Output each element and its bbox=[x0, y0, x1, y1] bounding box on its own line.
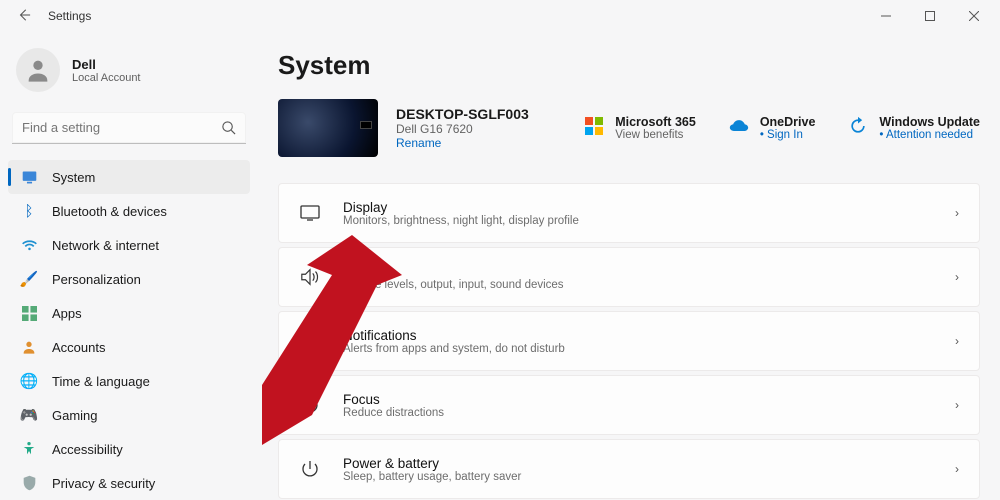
quicklink-m365[interactable]: Microsoft 365View benefits bbox=[583, 115, 696, 141]
sidebar-item-personalization[interactable]: 🖌️ Personalization bbox=[8, 262, 250, 296]
update-icon bbox=[847, 115, 869, 137]
sidebar-item-bluetooth[interactable]: ᛒ Bluetooth & devices bbox=[8, 194, 250, 228]
m365-icon bbox=[583, 115, 605, 137]
wifi-icon bbox=[20, 236, 38, 254]
row-display[interactable]: DisplayMonitors, brightness, night light… bbox=[278, 183, 980, 243]
search-input[interactable] bbox=[12, 112, 246, 144]
row-focus[interactable]: FocusReduce distractions › bbox=[278, 375, 980, 435]
sidebar: Dell Local Account System ᛒ Bluetooth & … bbox=[0, 32, 258, 500]
profile-sub: Local Account bbox=[72, 72, 141, 84]
row-title: Notifications bbox=[343, 328, 565, 343]
quicklink-onedrive[interactable]: OneDriveSign In bbox=[728, 115, 816, 141]
row-title: Display bbox=[343, 200, 579, 215]
m365-title: Microsoft 365 bbox=[615, 115, 696, 129]
nav: System ᛒ Bluetooth & devices Network & i… bbox=[8, 160, 250, 500]
update-sub: Attention needed bbox=[879, 129, 980, 141]
bell-icon bbox=[299, 331, 321, 351]
update-title: Windows Update bbox=[879, 115, 980, 129]
row-power[interactable]: Power & batterySleep, battery usage, bat… bbox=[278, 439, 980, 499]
bluetooth-icon: ᛒ bbox=[20, 202, 38, 220]
page-title: System bbox=[278, 50, 980, 81]
row-sub: Reduce distractions bbox=[343, 407, 444, 419]
sidebar-item-system[interactable]: System bbox=[8, 160, 250, 194]
profile-name: Dell bbox=[72, 57, 141, 72]
titlebar: Settings bbox=[0, 0, 1000, 32]
sidebar-item-apps[interactable]: Apps bbox=[8, 296, 250, 330]
chevron-right-icon: › bbox=[955, 206, 959, 220]
power-icon bbox=[299, 460, 321, 478]
window-title: Settings bbox=[44, 9, 91, 23]
sidebar-item-label: Accounts bbox=[52, 340, 105, 355]
sidebar-item-accounts[interactable]: Accounts bbox=[8, 330, 250, 364]
maximize-button[interactable] bbox=[908, 0, 952, 32]
sidebar-item-network[interactable]: Network & internet bbox=[8, 228, 250, 262]
row-notifications[interactable]: NotificationsAlerts from apps and system… bbox=[278, 311, 980, 371]
chevron-right-icon: › bbox=[955, 462, 959, 476]
profile-block[interactable]: Dell Local Account bbox=[8, 32, 250, 110]
device-wallpaper-thumbnail bbox=[278, 99, 378, 157]
minimize-button[interactable] bbox=[864, 0, 908, 32]
sound-icon bbox=[299, 268, 321, 286]
sidebar-item-label: Privacy & security bbox=[52, 476, 155, 491]
onedrive-icon bbox=[728, 115, 750, 137]
row-sub: Alerts from apps and system, do not dist… bbox=[343, 343, 565, 355]
row-sub: Monitors, brightness, night light, displ… bbox=[343, 215, 579, 227]
search-icon bbox=[221, 120, 236, 140]
shield-icon bbox=[20, 474, 38, 492]
settings-list: DisplayMonitors, brightness, night light… bbox=[278, 183, 980, 499]
sidebar-item-label: Bluetooth & devices bbox=[52, 204, 167, 219]
globe-icon: 🌐 bbox=[20, 372, 38, 390]
system-icon bbox=[20, 168, 38, 186]
sidebar-item-label: System bbox=[52, 170, 95, 185]
row-sound[interactable]: SoundVolume levels, output, input, sound… bbox=[278, 247, 980, 307]
sidebar-item-label: Gaming bbox=[52, 408, 98, 423]
chevron-right-icon: › bbox=[955, 334, 959, 348]
maximize-icon bbox=[925, 11, 935, 21]
accounts-icon bbox=[20, 338, 38, 356]
avatar bbox=[16, 48, 60, 92]
row-title: Focus bbox=[343, 392, 444, 407]
person-icon bbox=[24, 56, 52, 84]
back-button[interactable] bbox=[4, 8, 44, 25]
sidebar-item-time[interactable]: 🌐 Time & language bbox=[8, 364, 250, 398]
row-sub: Volume levels, output, input, sound devi… bbox=[343, 279, 564, 291]
rename-link[interactable]: Rename bbox=[396, 136, 529, 150]
chevron-right-icon: › bbox=[955, 398, 959, 412]
sidebar-item-gaming[interactable]: 🎮 Gaming bbox=[8, 398, 250, 432]
onedrive-title: OneDrive bbox=[760, 115, 816, 129]
accessibility-icon bbox=[20, 440, 38, 458]
device-info: DESKTOP-SGLF003 Dell G16 7620 Rename Mic… bbox=[278, 99, 980, 157]
display-icon bbox=[299, 205, 321, 221]
sidebar-item-label: Personalization bbox=[52, 272, 141, 287]
close-button[interactable] bbox=[952, 0, 996, 32]
search-box[interactable] bbox=[12, 112, 246, 144]
sidebar-item-privacy[interactable]: Privacy & security bbox=[8, 466, 250, 500]
arrow-left-icon bbox=[17, 8, 31, 22]
sidebar-item-label: Apps bbox=[52, 306, 82, 321]
row-title: Sound bbox=[343, 264, 564, 279]
row-title: Power & battery bbox=[343, 456, 521, 471]
minimize-icon bbox=[881, 11, 891, 21]
apps-icon bbox=[20, 304, 38, 322]
m365-sub: View benefits bbox=[615, 129, 696, 141]
device-model: Dell G16 7620 bbox=[396, 122, 529, 136]
sidebar-item-label: Time & language bbox=[52, 374, 150, 389]
paintbrush-icon: 🖌️ bbox=[20, 270, 38, 288]
row-sub: Sleep, battery usage, battery saver bbox=[343, 471, 521, 483]
quicklink-update[interactable]: Windows UpdateAttention needed bbox=[847, 115, 980, 141]
close-icon bbox=[969, 11, 979, 21]
device-name: DESKTOP-SGLF003 bbox=[396, 106, 529, 122]
main: System DESKTOP-SGLF003 Dell G16 7620 Ren… bbox=[258, 32, 1000, 500]
focus-icon bbox=[299, 395, 321, 415]
gaming-icon: 🎮 bbox=[20, 406, 38, 424]
onedrive-sub: Sign In bbox=[760, 129, 816, 141]
sidebar-item-accessibility[interactable]: Accessibility bbox=[8, 432, 250, 466]
sidebar-item-label: Accessibility bbox=[52, 442, 123, 457]
sidebar-item-label: Network & internet bbox=[52, 238, 159, 253]
chevron-right-icon: › bbox=[955, 270, 959, 284]
